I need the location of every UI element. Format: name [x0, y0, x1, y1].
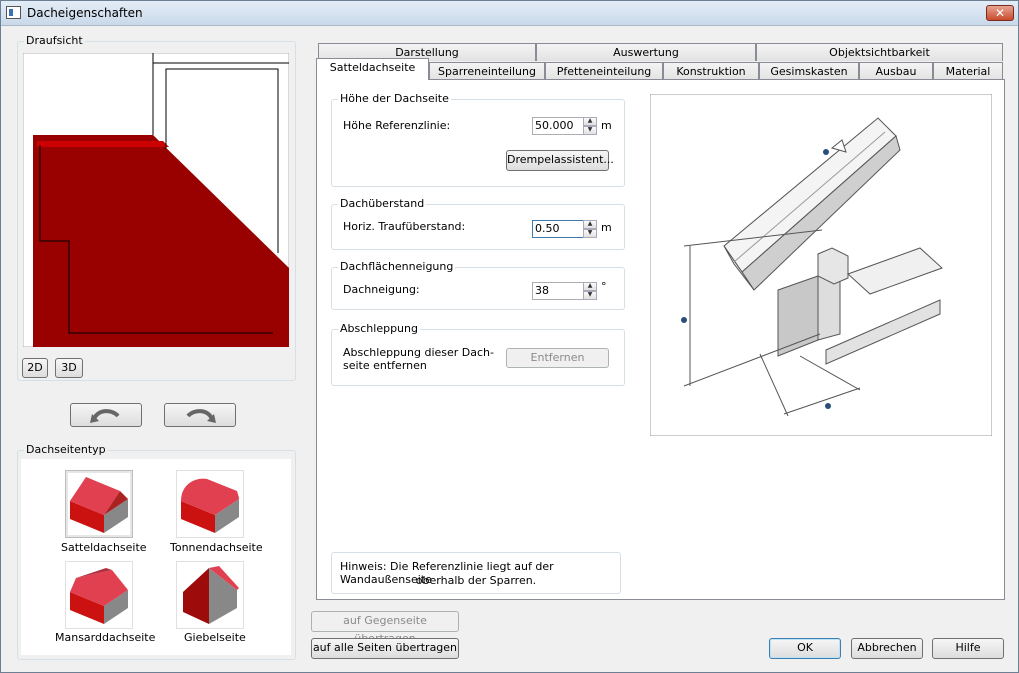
tab-satteldachseite[interactable]: Satteldachseite	[316, 58, 429, 80]
rooftype-list	[21, 459, 291, 655]
handle-dot-bottom	[825, 403, 831, 409]
rotate-right-button[interactable]	[164, 403, 236, 427]
dachneigung-input[interactable]: 38	[532, 282, 584, 300]
tab-gesimskasten[interactable]: Gesimskasten	[759, 62, 859, 80]
rooftype-tonnendach-label: Tonnendachseite	[170, 541, 263, 554]
rooftype-mansarddach[interactable]	[65, 561, 133, 629]
rooftype-satteldach-label: Satteldachseite	[61, 541, 147, 554]
abschleppung-label-line2: seite entfernen	[343, 359, 427, 372]
view-2d-button[interactable]: 2D	[22, 358, 48, 378]
drempelassistent-button[interactable]: Drempelassistent...	[506, 150, 614, 171]
transfer-all-button[interactable]: auf alle Seiten übertragen	[311, 638, 459, 659]
hoehe-unit: m	[601, 119, 612, 132]
tab-ausbau[interactable]: Ausbau	[859, 62, 933, 80]
giebelseite-icon	[183, 566, 239, 624]
dachneigung-spinner[interactable]: ▲ ▼	[583, 282, 597, 300]
dachneigung-label: Dachneigung:	[343, 283, 420, 296]
cancel-button[interactable]: Abbrechen	[851, 638, 923, 659]
entfernen-button[interactable]: Entfernen	[506, 348, 609, 368]
group-hoehe-title: Höhe der Dachseite	[338, 92, 451, 105]
ok-button[interactable]: OK	[769, 638, 841, 659]
rotate-left-icon	[90, 409, 120, 423]
tab-panel: Höhe der Dachseite Höhe Referenzlinie: 5…	[316, 79, 1005, 600]
hint-box: Hinweis: Die Referenzlinie liegt auf der…	[331, 552, 621, 594]
handle-dot-top	[823, 149, 829, 155]
roof-detail-preview	[650, 94, 992, 436]
tab-objektsichtbarkeit[interactable]: Objektsichtbarkeit	[756, 43, 1003, 61]
group-hoehe: Höhe der Dachseite	[331, 92, 625, 187]
dachneigung-unit: °	[601, 280, 607, 293]
title-bar: Dacheigenschaften ✕	[1, 1, 1018, 26]
hoehe-referenzlinie-label: Höhe Referenzlinie:	[343, 119, 451, 132]
abschleppung-label-line1: Abschleppung dieser Dach-	[343, 346, 494, 359]
tab-auswertung[interactable]: Auswertung	[536, 43, 756, 61]
beam-block	[817, 247, 849, 285]
traufueberstand-input[interactable]: 0.50	[532, 220, 584, 238]
tab-material[interactable]: Material	[933, 62, 1003, 80]
window-title: Dacheigenschaften	[27, 6, 143, 20]
rooftype-giebelseite-label: Giebelseite	[184, 631, 246, 644]
rooftype-tonnendach[interactable]	[176, 470, 244, 538]
handle-dot-left	[681, 317, 687, 323]
tab-konstruktion[interactable]: Konstruktion	[663, 62, 759, 80]
hoehe-referenzlinie-spinner[interactable]: ▲ ▼	[583, 117, 597, 135]
transfer-opposite-button[interactable]: auf Gegenseite übertragen	[311, 611, 459, 645]
satteldach-icon	[70, 477, 128, 533]
roof-edge-highlight	[37, 141, 169, 147]
dialog-window: Dacheigenschaften ✕ Draufsicht 2D 3D Dac…	[0, 0, 1019, 673]
traufueberstand-spinner[interactable]: ▲ ▼	[583, 220, 597, 238]
group-dachueberstand-title: Dachüberstand	[338, 197, 427, 210]
rotate-right-icon	[186, 409, 216, 423]
rotate-left-button[interactable]	[70, 403, 142, 427]
rooftype-giebelseite[interactable]	[176, 561, 244, 629]
hint-line2: oberhalb der Sparren.	[415, 574, 537, 587]
tab-sparreneinteilung[interactable]: Sparreneinteilung	[429, 62, 545, 80]
group-dachflaechenneigung-title: Dachflächenneigung	[338, 260, 456, 273]
rooftype-satteldach[interactable]	[65, 470, 133, 538]
tonnendach-icon	[181, 478, 239, 533]
traufueberstand-unit: m	[601, 221, 612, 234]
traufueberstand-label: Horiz. Traufüberstand:	[343, 220, 466, 233]
mansarddach-icon	[70, 568, 128, 624]
topview-label: Draufsicht	[24, 34, 85, 47]
tab-pfetteneinteilung[interactable]: Pfetteneinteilung	[545, 62, 663, 80]
group-abschleppung-title: Abschleppung	[338, 322, 420, 335]
hoehe-referenzlinie-input[interactable]: 50.000	[532, 117, 584, 135]
close-button[interactable]: ✕	[986, 5, 1014, 21]
rooftype-label: Dachseitentyp	[24, 443, 108, 456]
help-button[interactable]: Hilfe	[932, 638, 1004, 659]
topview-canvas[interactable]	[23, 53, 289, 347]
app-icon	[6, 6, 21, 19]
rooftype-mansarddach-label: Mansarddachseite	[55, 631, 156, 644]
view-3d-button[interactable]: 3D	[55, 358, 83, 378]
